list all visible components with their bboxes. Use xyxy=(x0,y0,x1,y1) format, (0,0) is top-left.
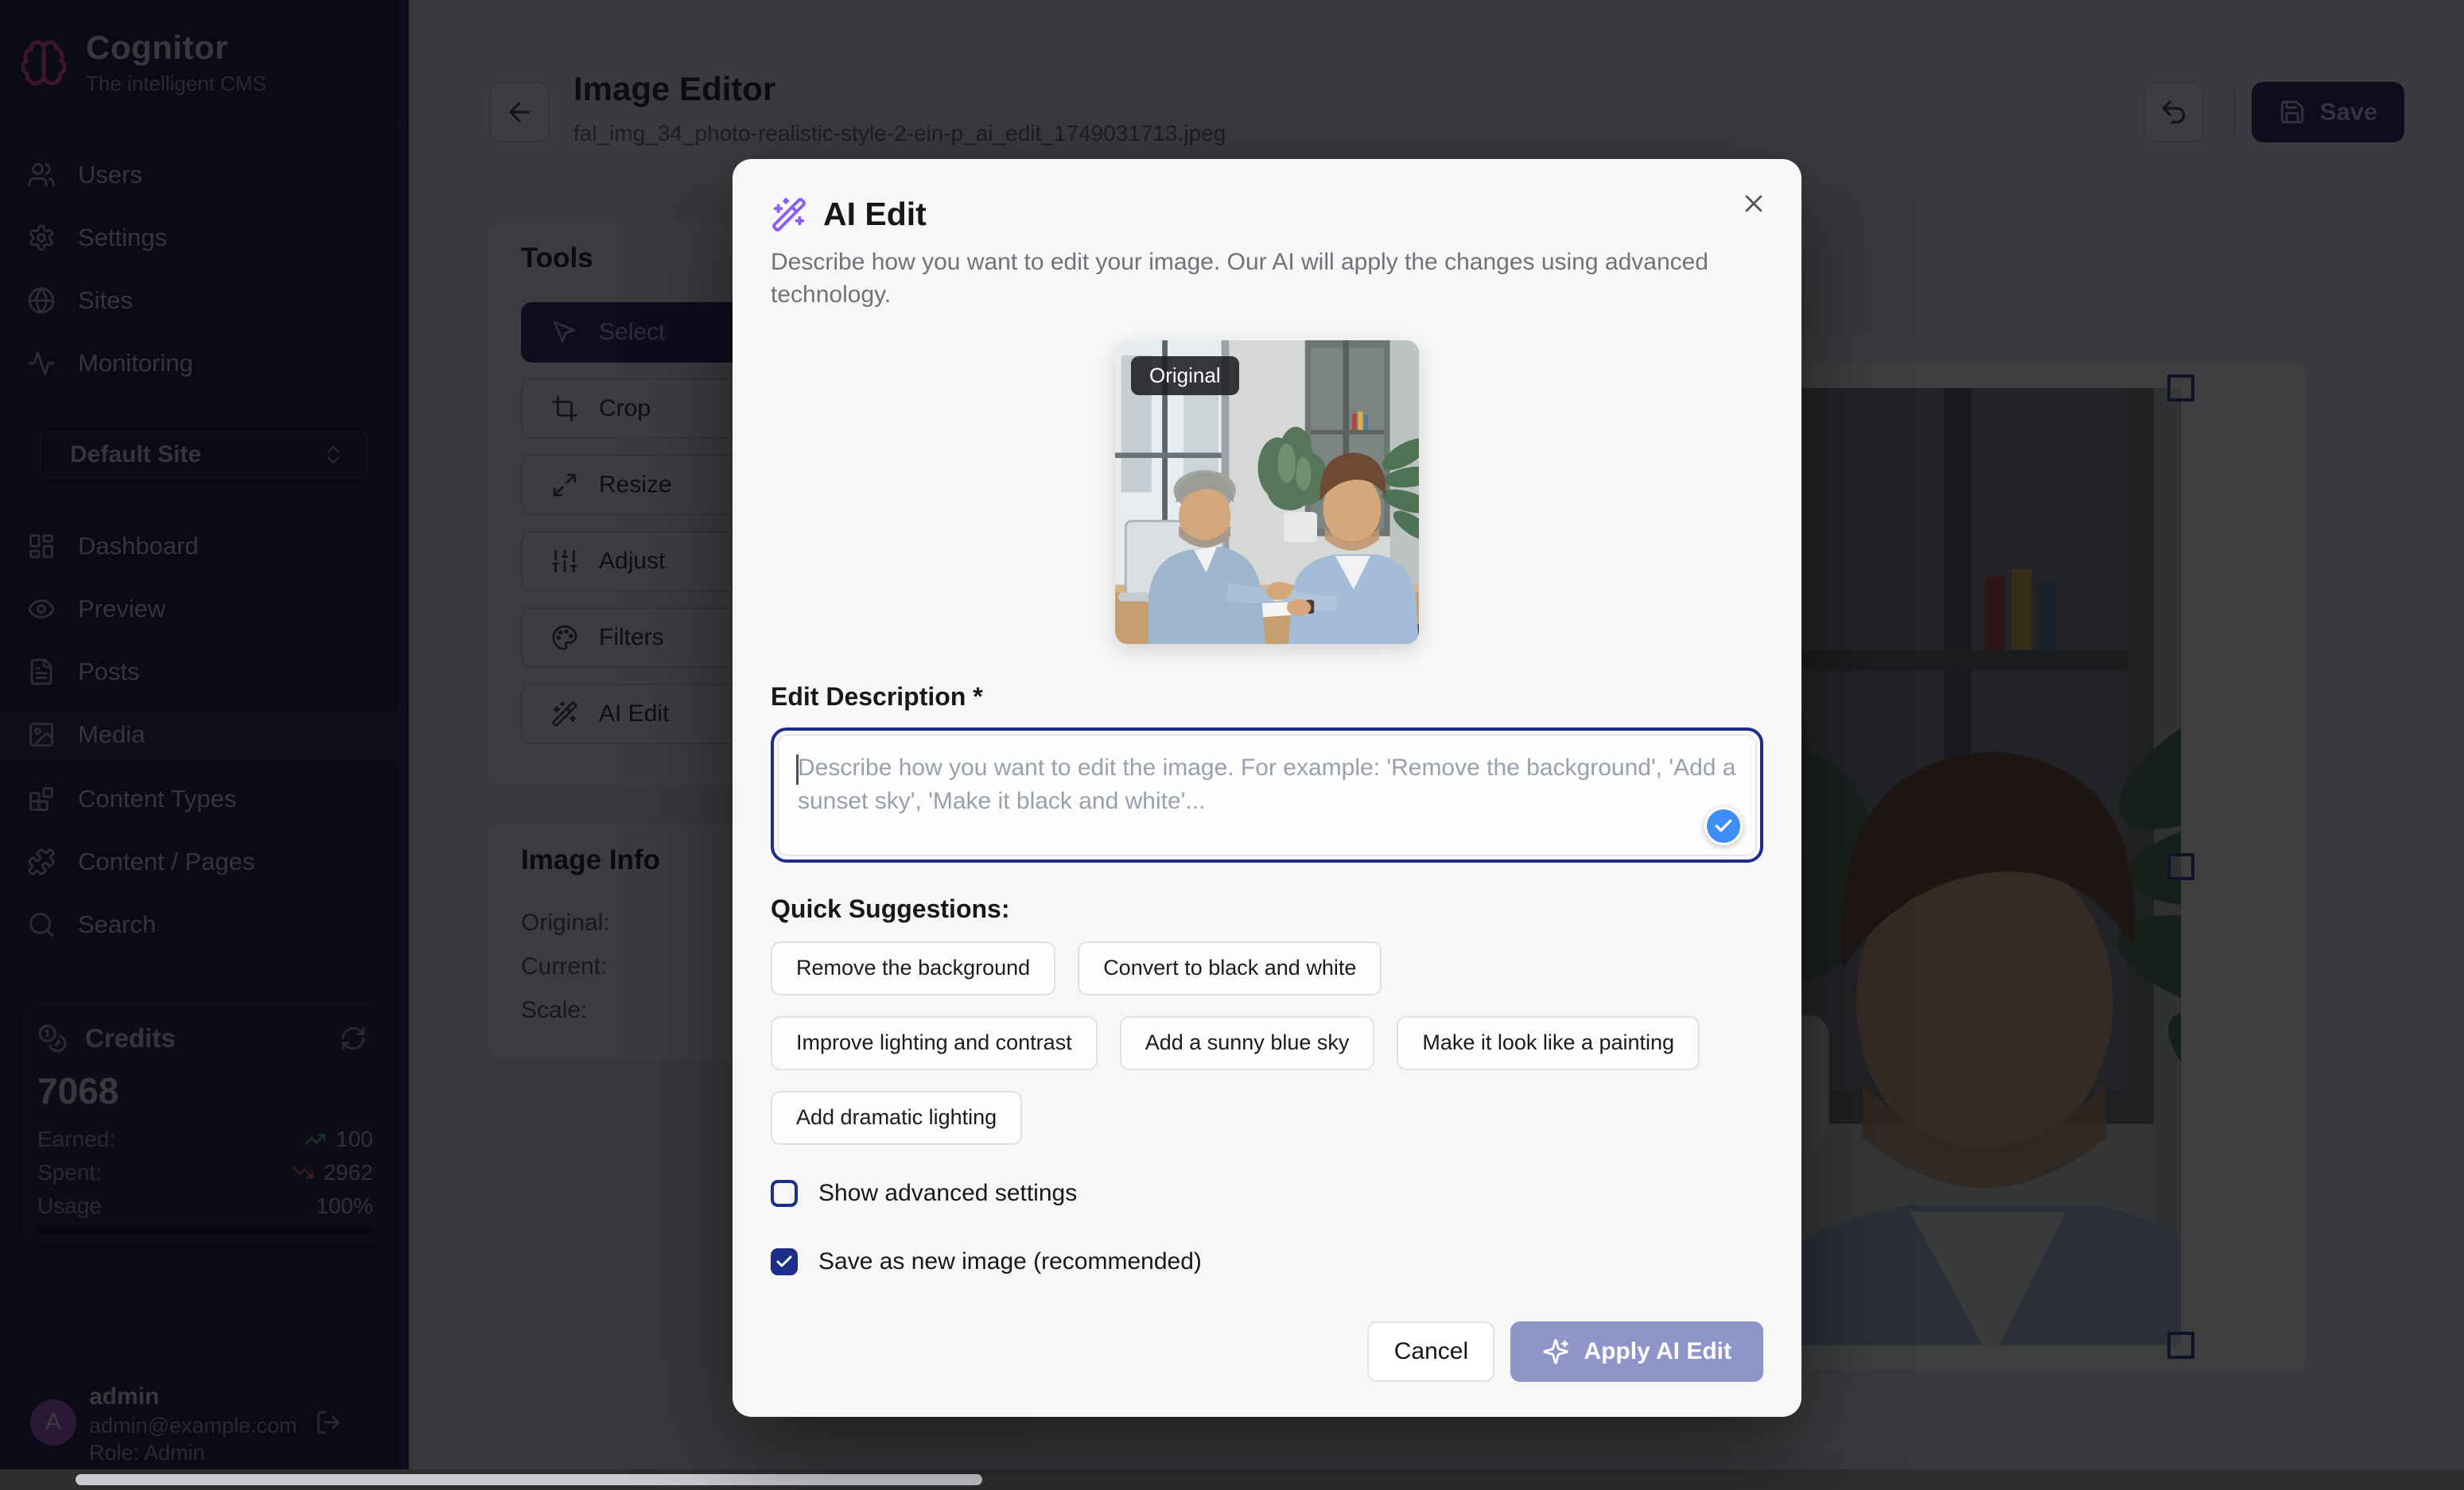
advanced-settings-checkbox-row[interactable]: Show advanced settings xyxy=(771,1180,1763,1207)
edit-description-focus-ring xyxy=(771,728,1763,863)
suggestion-chip[interactable]: Add a sunny blue sky xyxy=(1120,1016,1375,1070)
checkbox-checked[interactable] xyxy=(771,1248,798,1275)
suggestion-chip[interactable]: Add dramatic lighting xyxy=(771,1091,1022,1145)
save-as-new-label: Save as new image (recommended) xyxy=(818,1248,1202,1275)
advanced-settings-label: Show advanced settings xyxy=(818,1180,1077,1207)
modal-description: Describe how you want to edit your image… xyxy=(771,246,1729,312)
suggestion-chip[interactable]: Remove the background xyxy=(771,941,1055,995)
edit-description-input[interactable] xyxy=(798,751,1736,839)
horizontal-scrollbar-thumb[interactable] xyxy=(76,1474,982,1485)
save-as-new-checkbox-row[interactable]: Save as new image (recommended) xyxy=(771,1248,1763,1275)
checkbox-unchecked[interactable] xyxy=(771,1180,798,1207)
text-caret xyxy=(796,755,799,785)
wand-sparkles-icon xyxy=(771,196,807,233)
apply-button-label: Apply AI Edit xyxy=(1584,1338,1731,1365)
quick-suggestions: Remove the background Convert to black a… xyxy=(771,941,1701,1145)
edit-description-label: Edit Description * xyxy=(771,682,1763,712)
grammar-check-badge[interactable] xyxy=(1704,807,1743,845)
original-image-preview: Original xyxy=(1115,340,1419,644)
ai-edit-modal: AI Edit Describe how you want to edit yo… xyxy=(733,159,1801,1417)
apply-ai-edit-button[interactable]: Apply AI Edit xyxy=(1510,1321,1763,1382)
sparkles-icon xyxy=(1542,1338,1569,1365)
suggestion-chip[interactable]: Improve lighting and contrast xyxy=(771,1016,1098,1070)
quick-suggestions-label: Quick Suggestions: xyxy=(771,894,1763,924)
suggestion-chip[interactable]: Convert to black and white xyxy=(1078,941,1382,995)
cancel-button[interactable]: Cancel xyxy=(1367,1321,1494,1382)
modal-title: AI Edit xyxy=(823,196,927,233)
app-root: Cognitor The intelligent CMS Users Setti… xyxy=(0,0,2464,1490)
suggestion-chip[interactable]: Make it look like a painting xyxy=(1397,1016,1700,1070)
close-icon[interactable] xyxy=(1739,189,1768,218)
original-badge: Original xyxy=(1131,356,1239,395)
